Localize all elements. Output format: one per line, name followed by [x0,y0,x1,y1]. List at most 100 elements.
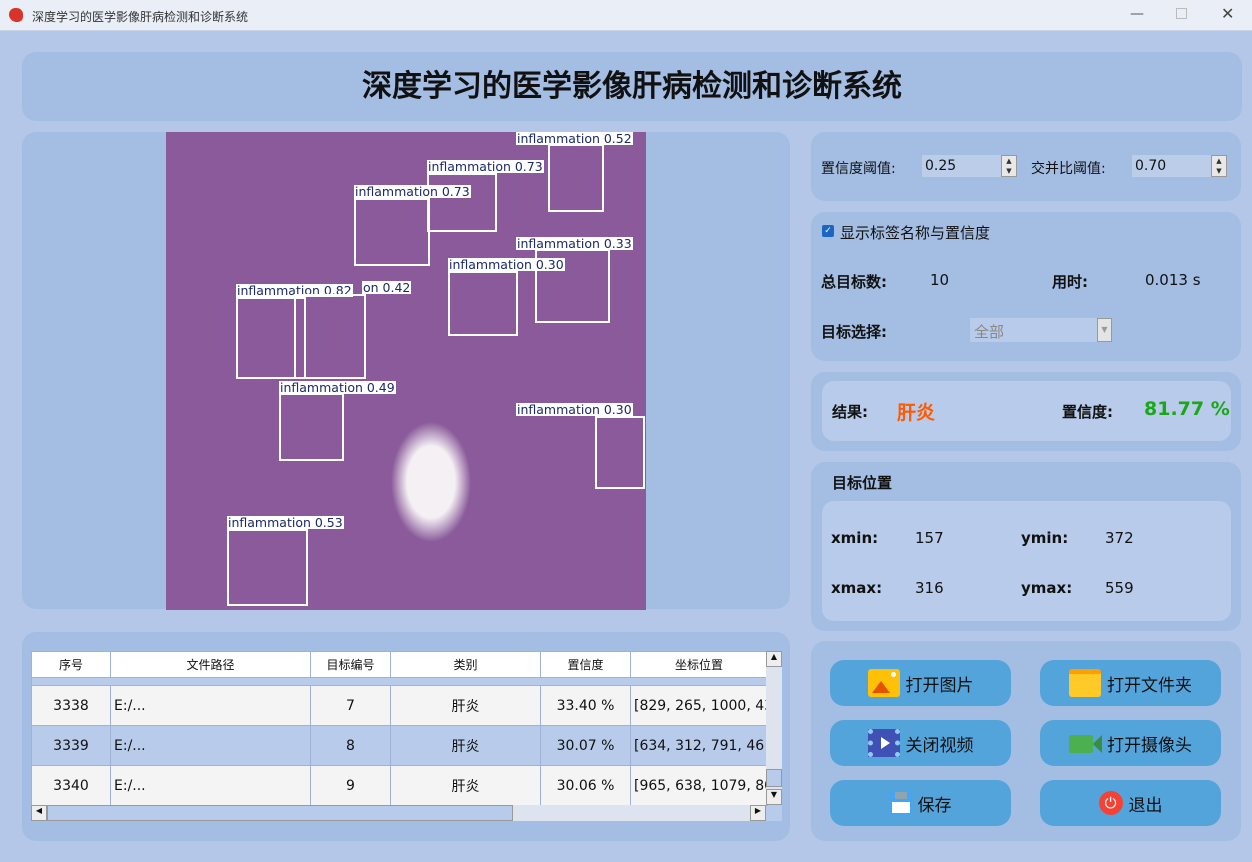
target-select-dropdown[interactable]: 全部 ▼ [970,318,1112,342]
column-header[interactable]: 坐标位置 [630,651,768,678]
open-image-label: 打开图片 [905,675,974,696]
table-cell: E:/... [110,765,311,806]
vertical-scrollbar[interactable]: ▲ ▼ [766,651,782,805]
stats-panel: ✓ 显示标签名称与置信度 总目标数: 10 用时: 0.013 s 目标选择: … [811,212,1241,361]
save-button[interactable]: 保存 [830,780,1011,826]
show-labels-checkbox[interactable]: ✓ [822,225,834,237]
detection-label: inflammation 0.30 [516,402,633,417]
table-row[interactable]: 3339 E:/... 8 肝炎 30.07 % [634, 312, 791, 46 [31,725,768,766]
open-folder-label: 打开文件夹 [1107,675,1192,696]
ymin-value: 372 [1105,529,1134,547]
column-header[interactable]: 目标编号 [310,651,391,678]
xmax-label: xmax: [831,579,883,597]
camera-icon [1069,729,1102,757]
target-select-value: 全部 [974,323,1005,341]
open-camera-label: 打开摄像头 [1107,735,1192,756]
table-cell: 7 [310,685,391,726]
column-header[interactable]: 序号 [31,651,111,678]
table-cell: 30.07 % [540,725,631,766]
detection-box [548,144,604,212]
result-box: 结果: 肝炎 置信度: 81.77 % [822,381,1231,441]
table-cell: E:/... [110,725,311,766]
total-targets-label: 总目标数: [821,273,887,291]
table-cell: 肝炎 [390,765,541,806]
spin-buttons[interactable]: ▲ ▼ [1001,155,1017,177]
iou-threshold-input[interactable]: 0.70 ▲ ▼ [1132,155,1227,177]
position-box: xmin: 157 ymin: 372 xmax: 316 ymax: 559 [822,501,1231,621]
table-cell: [965, 638, 1079, 80 [630,765,768,806]
table-cell: 肝炎 [390,685,541,726]
table-cell: 33.40 % [540,685,631,726]
position-panel: 目标位置 xmin: 157 ymin: 372 xmax: 316 ymax:… [811,462,1241,631]
minimize-button[interactable]: — [1130,6,1144,22]
table-cell: 8 [310,725,391,766]
position-title: 目标位置 [832,474,893,492]
column-header[interactable]: 置信度 [540,651,631,678]
xmin-label: xmin: [831,529,879,547]
column-header[interactable]: 文件路径 [110,651,311,678]
scroll-thumb[interactable] [47,805,513,821]
exit-label: 退出 [1128,795,1163,816]
table-cell: 3338 [31,685,111,726]
detection-image: inflammation 0.52 inflammation 0.73 inflam… [166,132,646,610]
image-icon [867,669,900,697]
column-header[interactable]: 类别 [390,651,541,678]
threshold-panel: 置信度阈值: 0.25 ▲ ▼ 交并比阈值: 0.70 ▲ ▼ [811,132,1241,201]
result-value: 肝炎 [897,402,936,424]
table-panel: 序号 文件路径 目标编号 类别 置信度 坐标位置 3338 E:/... 7 肝炎 33.40 %… [22,632,790,841]
scroll-thumb[interactable] [766,769,782,787]
conf-threshold-input[interactable]: 0.25 ▲ ▼ [922,155,1017,177]
results-table: 序号 文件路径 目标编号 类别 置信度 坐标位置 3338 E:/... 7 肝炎 33.40 %… [31,651,782,821]
spin-buttons[interactable]: ▲ ▼ [1211,155,1227,177]
actions-panel: 打开图片 打开文件夹 关闭视频 打开摄像头 保存 ⏻ 退出 [811,641,1241,841]
open-image-button[interactable]: 打开图片 [830,660,1011,706]
open-camera-button[interactable]: 打开摄像头 [1040,720,1221,766]
horizontal-scrollbar[interactable]: ◀ ▶ [31,805,766,821]
image-panel: inflammation 0.52 inflammation 0.73 inflam… [22,132,790,610]
close-video-label: 关闭视频 [905,735,974,756]
title-bar: 深度学习的医学影像肝病检测和诊断系统 — ✕ [0,0,1252,31]
detection-box [227,529,308,606]
table-cell: 肝炎 [390,725,541,766]
close-video-button[interactable]: 关闭视频 [830,720,1011,766]
detection-label: on 0.42 [362,280,412,295]
total-targets-value: 10 [930,271,950,289]
iou-threshold-value: 0.70 [1135,158,1167,174]
detection-label: inflammation 0.53 [227,515,344,530]
save-icon [889,791,912,815]
confidence-value: 81.77 % [1144,398,1230,420]
exit-button[interactable]: ⏻ 退出 [1040,780,1221,826]
open-folder-button[interactable]: 打开文件夹 [1040,660,1221,706]
power-icon: ⏻ [1098,791,1123,815]
app-icon [9,8,23,22]
confidence-label: 置信度: [1062,403,1113,421]
conf-threshold-label: 置信度阈值: [821,161,896,177]
time-label: 用时: [1052,273,1088,291]
detection-label: inflammation 0.49 [279,380,396,395]
table-cell: 9 [310,765,391,806]
table-cell: 3340 [31,765,111,806]
table-cell: [829, 265, 1000, 43 [630,685,768,726]
video-icon [867,729,900,757]
page-title: 深度学习的医学影像肝病检测和诊断系统 [362,69,902,104]
detection-box [294,294,366,379]
ymax-value: 559 [1105,579,1134,597]
detection-box [279,393,344,461]
detection-label: inflammation 0.30 [448,257,565,272]
detection-label: inflammation 0.52 [516,132,633,146]
table-cell: [634, 312, 791, 46 [630,725,768,766]
table-row[interactable]: 3340 E:/... 9 肝炎 30.06 % [965, 638, 1079, 80 [31,765,768,806]
show-labels-label: 显示标签名称与置信度 [840,224,991,242]
maximize-button[interactable] [1176,8,1187,19]
detection-box [354,198,430,266]
chevron-down-icon[interactable]: ▼ [1097,318,1112,342]
target-select-label: 目标选择: [821,323,887,341]
folder-icon [1069,669,1101,697]
result-label: 结果: [832,403,868,421]
window-title: 深度学习的医学影像肝病检测和诊断系统 [32,10,249,24]
xmax-value: 316 [915,579,944,597]
detection-label: inflammation 0.33 [516,236,633,251]
table-row[interactable]: 3338 E:/... 7 肝炎 33.40 % [829, 265, 1000, 43 [31,685,768,726]
save-label: 保存 [917,795,952,816]
close-button[interactable]: ✕ [1221,4,1234,23]
